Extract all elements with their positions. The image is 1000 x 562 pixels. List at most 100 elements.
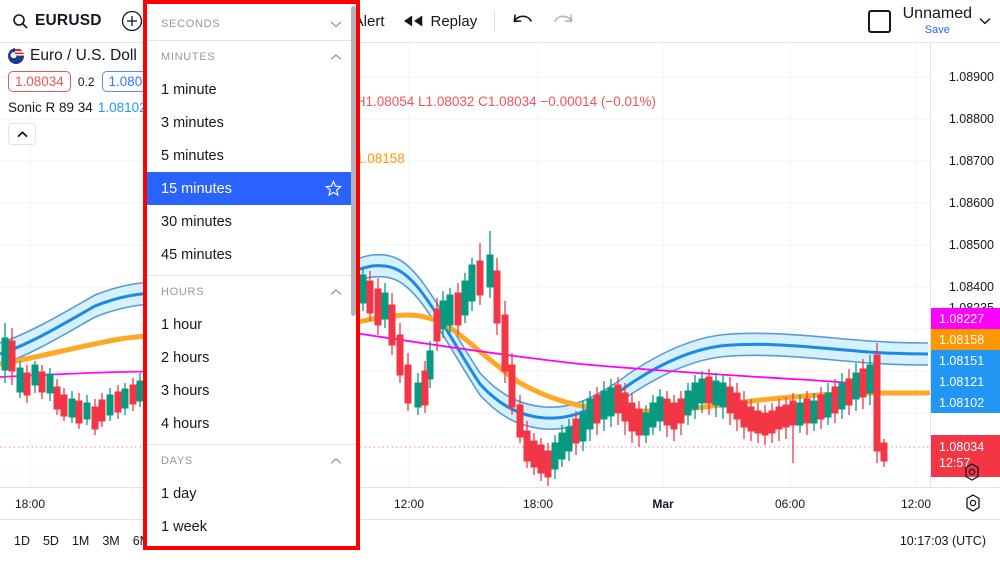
add-symbol-button[interactable]: [118, 7, 146, 35]
price-tick: 1.08500: [949, 238, 994, 252]
group-title-seconds: SECONDS: [161, 18, 220, 30]
chart-menu-button[interactable]: [976, 6, 994, 36]
price-axis-settings-icon[interactable]: [962, 462, 982, 482]
spread-label: 0.2: [78, 75, 95, 89]
clock-label[interactable]: 10:17:03 (UTC): [900, 534, 1000, 548]
interval-option-30-minutes[interactable]: 30 minutes: [147, 205, 356, 238]
option-label: 3 hours: [161, 383, 209, 399]
last-price-value: 1.08034: [939, 440, 984, 456]
toolbar-right-group: Unnamed Save: [865, 6, 1000, 36]
chart-name-group[interactable]: Unnamed Save: [903, 6, 972, 36]
chart-plot-area[interactable]: Euro / U.S. Doll 1.08034 0.2 1.0803 Soni…: [0, 43, 930, 487]
price-tick: 1.08400: [949, 280, 994, 294]
dropdown-scrollbar[interactable]: [351, 6, 356, 316]
chevron-up-icon: [330, 53, 342, 61]
interval-option-1-minute[interactable]: 1 minute: [147, 73, 356, 106]
option-label: 3 minutes: [161, 115, 224, 131]
trading-chart-app: EURUSD SECONDS: [0, 0, 1000, 562]
quick-range-group: 1D 5D 1M 3M 6M: [0, 534, 150, 548]
eurusd-flag-icon: [8, 48, 24, 64]
ma-magenta-price-chip[interactable]: 1.08227: [931, 308, 1000, 329]
ohlc-values: 48 H1.08054 L1.08032 C1.08034 −0.00014 (…: [337, 94, 656, 109]
symbol-label: EURUSD: [35, 12, 102, 30]
bid-price-box[interactable]: 1.08034: [8, 71, 71, 92]
range-1d[interactable]: 1D: [14, 534, 30, 548]
symbol-search-button[interactable]: EURUSD: [0, 0, 112, 43]
interval-option-5-minutes[interactable]: 5 minutes: [147, 139, 356, 172]
dropdown-group-hours[interactable]: HOURS: [147, 276, 356, 308]
interval-option-2-hours[interactable]: 2 hours: [147, 341, 356, 374]
redo-button[interactable]: [543, 0, 583, 43]
legend-collapse-button[interactable]: [8, 123, 36, 145]
dropdown-group-seconds[interactable]: SECONDS: [147, 8, 356, 40]
chevron-down-icon: [330, 20, 342, 28]
interval-option-1-week[interactable]: 1 week: [147, 510, 356, 543]
group-title-days: DAYS: [161, 455, 193, 467]
option-label: 4 hours: [161, 416, 209, 432]
range-3m[interactable]: 3M: [102, 534, 119, 548]
ma-orange-price-chip[interactable]: 1.08158: [931, 329, 1000, 350]
interval-option-45-minutes[interactable]: 45 minutes: [147, 238, 356, 271]
option-label: 1 minute: [161, 82, 217, 98]
search-icon: [12, 13, 28, 29]
indicator-name: Sonic R 89 34: [8, 100, 93, 115]
interval-option-3-minutes[interactable]: 3 minutes: [147, 106, 356, 139]
price-tick: 1.08600: [949, 196, 994, 210]
ma-blue-price-chip-3[interactable]: 1.08102: [931, 392, 1000, 413]
price-tick: 1.08900: [949, 70, 994, 84]
time-tick: 06:00: [775, 497, 805, 511]
replay-rewind-icon: [403, 13, 425, 29]
ma-blue-price-chip-1[interactable]: 1.08151: [931, 350, 1000, 371]
chevron-down-icon: [979, 17, 991, 25]
ma-blue-price-chip-2[interactable]: 1.08121: [931, 371, 1000, 392]
option-label: 30 minutes: [161, 214, 232, 230]
time-tick-month: Mar: [652, 497, 673, 511]
chevron-up-icon: [17, 131, 28, 138]
interval-option-1-hour[interactable]: 1 hour: [147, 308, 356, 341]
option-label: 1 day: [161, 486, 196, 502]
chevron-up-icon: [330, 457, 342, 465]
indicator-value: 1.08102: [98, 100, 147, 115]
range-1m[interactable]: 1M: [72, 534, 89, 548]
legend-indicator-row[interactable]: Sonic R 89 34 1.08102: [8, 100, 157, 115]
interval-option-3-hours[interactable]: 3 hours: [147, 374, 356, 407]
interval-option-1-day[interactable]: 1 day: [147, 477, 356, 510]
chart-layout-button[interactable]: [865, 6, 895, 36]
plus-circle-icon: [120, 9, 144, 33]
option-label: 15 minutes: [161, 181, 232, 197]
chevron-up-icon: [330, 288, 342, 296]
time-tick: 12:00: [901, 497, 931, 511]
option-label: 1 hour: [161, 317, 202, 333]
legend-symbol-name: Euro / U.S. Doll: [30, 47, 137, 65]
time-axis-settings-icon[interactable]: [964, 494, 982, 512]
star-outline-icon[interactable]: [325, 180, 342, 197]
undo-arrow-icon: [512, 12, 534, 30]
option-label: 5 minutes: [161, 148, 224, 164]
price-axis[interactable]: 1.08900 1.08800 1.08700 1.08600 1.08500 …: [930, 43, 1000, 487]
legend-price-row: 1.08034 0.2 1.0803: [8, 71, 157, 92]
interval-option-4-hours[interactable]: 4 hours: [147, 407, 356, 440]
dropdown-group-minutes[interactable]: MINUTES: [147, 41, 356, 73]
group-title-hours: HOURS: [161, 286, 204, 298]
interval-option-15-minutes[interactable]: 15 minutes: [147, 172, 356, 205]
candlestick-series-right: [552, 343, 887, 479]
replay-button[interactable]: Replay: [394, 0, 487, 43]
interval-dropdown-menu[interactable]: SECONDS MINUTES 1 minute 3 minutes 5 mi: [143, 0, 360, 550]
save-button[interactable]: Save: [925, 25, 950, 37]
group-title-minutes: MINUTES: [161, 51, 215, 63]
replay-label: Replay: [431, 13, 478, 30]
dropdown-group-days[interactable]: DAYS: [147, 445, 356, 477]
time-tick: 18:00: [523, 497, 553, 511]
undo-button[interactable]: [503, 0, 543, 43]
option-label: 45 minutes: [161, 247, 232, 263]
chart-name-label: Unnamed: [903, 6, 972, 23]
time-tick: 12:00: [394, 497, 424, 511]
chart-legend: Euro / U.S. Doll 1.08034 0.2 1.0803 Soni…: [8, 47, 157, 145]
range-5d[interactable]: 5D: [43, 534, 59, 548]
interval-dropdown-inner: SECONDS MINUTES 1 minute 3 minutes 5 mi: [147, 4, 356, 546]
toolbar-divider-3: [494, 10, 495, 32]
legend-symbol-row[interactable]: Euro / U.S. Doll: [8, 47, 157, 65]
ma-value-tag: 1.08158: [356, 151, 405, 166]
option-label: 1 week: [161, 519, 207, 535]
redo-arrow-icon: [552, 12, 574, 30]
